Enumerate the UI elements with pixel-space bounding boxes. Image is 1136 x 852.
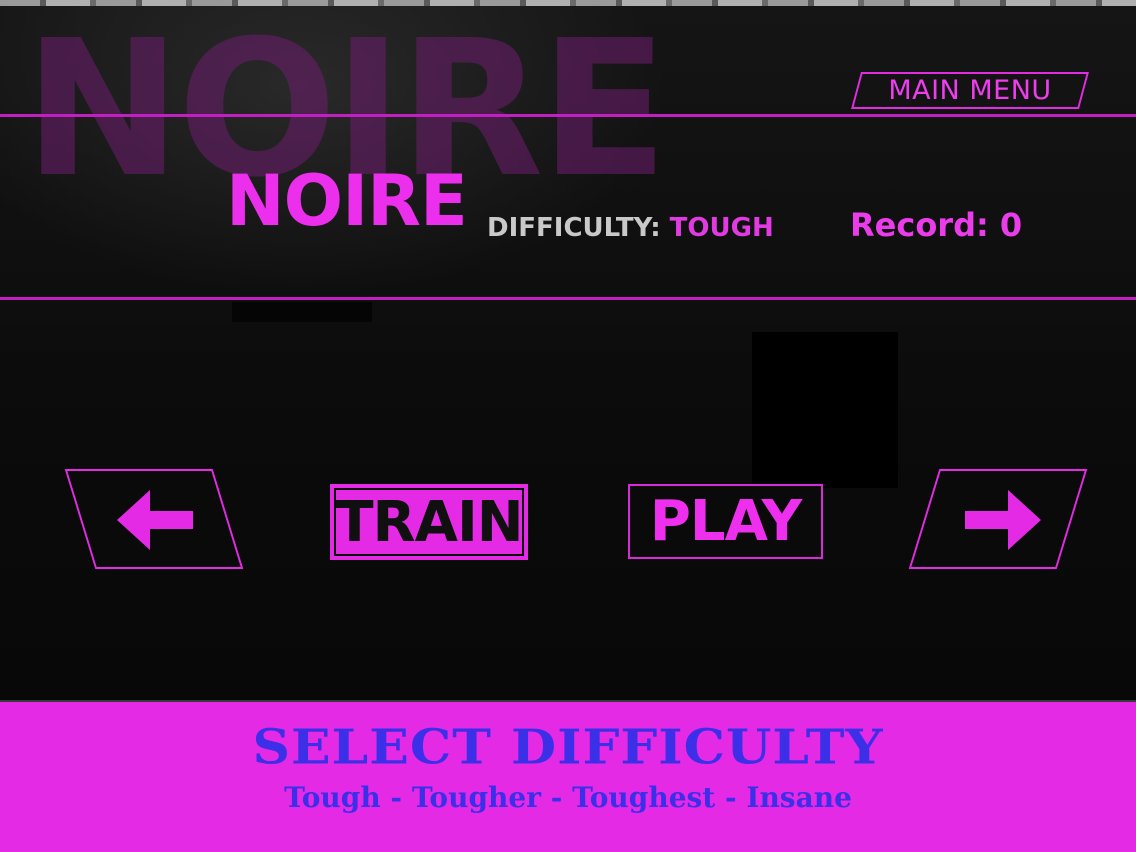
background-shadow <box>752 332 898 488</box>
difficulty-value: TOUGH <box>669 213 774 243</box>
difficulty-levels: Tough - Tougher - Toughest - Insane <box>0 778 1136 818</box>
select-difficulty-heading: SELECT DIFFICULTY <box>252 719 884 776</box>
difficulty-option-tougher[interactable]: Tougher <box>412 781 541 814</box>
next-stage-button[interactable] <box>908 469 1088 569</box>
difficulty-option-tough[interactable]: Tough <box>284 781 381 814</box>
difficulty-separator: - <box>715 781 747 814</box>
right-arrow-icon <box>965 490 1041 550</box>
divider-top <box>0 114 1136 117</box>
difficulty-option-toughest[interactable]: Toughest <box>572 781 715 814</box>
play-button[interactable]: PLAY <box>628 484 823 559</box>
record-display: Record: 0 <box>850 206 1023 244</box>
difficulty-info: DIFFICULTY: TOUGH <box>487 213 774 243</box>
train-button[interactable]: TRAIN <box>330 484 528 560</box>
previous-stage-button[interactable] <box>64 469 244 569</box>
difficulty-option-insane[interactable]: Insane <box>746 781 852 814</box>
difficulty-separator: - <box>540 781 573 814</box>
main-menu-button[interactable]: MAIN MENU <box>851 72 1089 109</box>
background-shadow-strip <box>232 302 372 322</box>
left-arrow-icon <box>117 490 193 550</box>
stage-title: NOIRE <box>226 160 468 242</box>
main-menu-label: MAIN MENU <box>888 75 1052 106</box>
difficulty-separator: - <box>380 781 412 814</box>
difficulty-label: DIFFICULTY: <box>487 213 661 243</box>
divider-middle <box>0 297 1136 300</box>
